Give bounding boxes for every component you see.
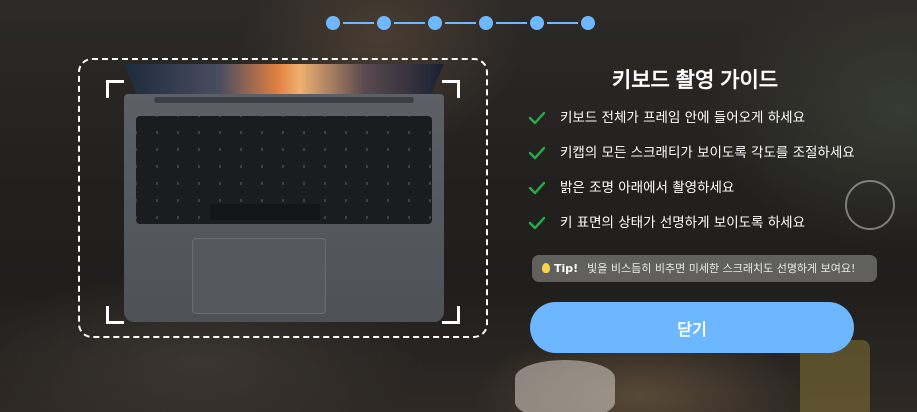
step-dot: [377, 16, 391, 30]
step-dot: [326, 16, 340, 30]
frame-corner-bottom-left: [106, 306, 124, 324]
keyboard-keys: [136, 116, 432, 224]
check-icon: [528, 180, 546, 196]
step-connector: [496, 22, 527, 24]
guide-item-text: 키캡의 모든 스크래티가 보이도록 각도를 조절하세요: [560, 145, 855, 161]
laptop-deck: [124, 94, 444, 322]
guide-item: 밝은 조명 아래에서 촬영하세요: [528, 176, 908, 211]
frame-corner-bottom-right: [442, 306, 460, 324]
guide-item-text: 키 표면의 상태가 선명하게 보이도록 하세요: [560, 215, 806, 231]
tip-box: Tip! 빛을 비스듬히 비추면 미세한 스크래치도 선명하게 보여요!: [532, 255, 877, 282]
step-dot: [479, 16, 493, 30]
close-button[interactable]: 닫기: [530, 302, 854, 353]
lightbulb-icon: [542, 263, 550, 273]
guide-title: 키보드 촬영 가이드: [611, 69, 779, 92]
laptop-lid: [124, 64, 444, 94]
step-connector: [343, 22, 374, 24]
step-dot: [530, 16, 544, 30]
step-connector: [547, 22, 578, 24]
laptop-hinge: [154, 97, 414, 103]
step-connector: [394, 22, 425, 24]
tip-text: 빛을 비스듬히 비추면 미세한 스크래치도 선명하게 보여요!: [587, 262, 856, 275]
guide-item: 키캡의 모든 스크래티가 보이도록 각도를 조절하세요: [528, 141, 908, 176]
frame-corner-top-left: [106, 80, 124, 98]
guide-checklist: 키보드 전체가 프레임 안에 들어오게 하세요 키캡의 모든 스크래티가 보이도…: [528, 106, 908, 246]
step-dot: [581, 16, 595, 30]
check-icon: [528, 110, 546, 126]
guide-item-text: 키보드 전체가 프레임 안에 들어오게 하세요: [560, 110, 806, 126]
step-connector: [445, 22, 476, 24]
background-mug: [515, 360, 615, 412]
check-icon: [528, 145, 546, 161]
guide-item-text: 밝은 조명 아래에서 촬영하세요: [560, 180, 735, 196]
camera-frame: [78, 58, 488, 338]
guide-item: 키 표면의 상태가 선명하게 보이도록 하세요: [528, 211, 908, 246]
check-icon: [528, 215, 546, 231]
step-dot: [428, 16, 442, 30]
laptop-keyboard-illustration: [124, 64, 444, 324]
trackpad: [192, 238, 326, 314]
frame-corner-top-right: [442, 80, 460, 98]
tip-label: Tip!: [554, 262, 579, 275]
guide-item: 키보드 전체가 프레임 안에 들어오게 하세요: [528, 106, 908, 141]
step-indicator: [326, 16, 596, 30]
